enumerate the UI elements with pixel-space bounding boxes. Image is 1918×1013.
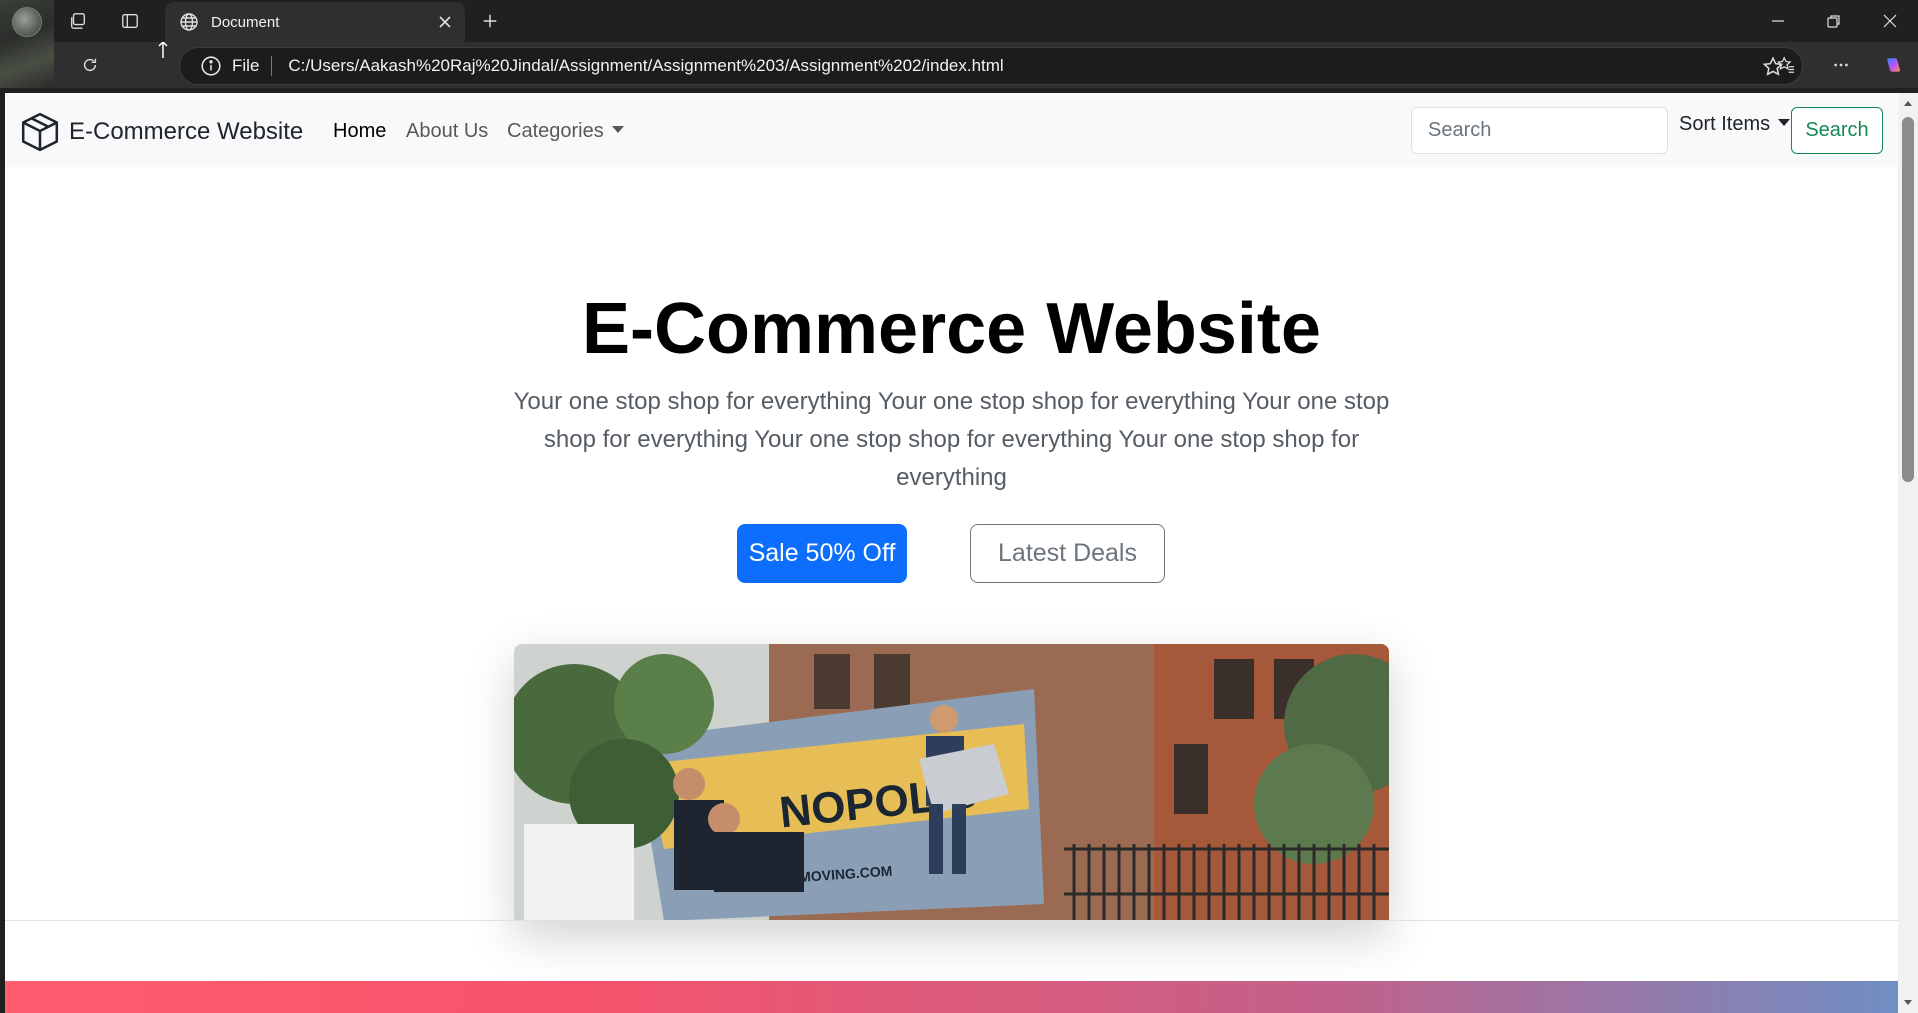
page-scrollbar[interactable] [1898,93,1918,1013]
sort-items-label: Sort Items [1679,113,1771,135]
refresh-icon[interactable] [74,49,106,81]
search-button[interactable]: Search [1791,107,1883,154]
scrollbar-thumb[interactable] [1902,117,1914,482]
chevron-down-icon [611,126,624,133]
sort-items-dropdown[interactable]: Sort Items [1679,113,1791,136]
search-input[interactable] [1411,107,1668,154]
mouse-cursor-icon [158,42,168,58]
address-bar-row: File C:/Users/Aakash%20Raj%20Jindal/Assi… [54,42,1918,88]
hero-image: NOPOLIS MOVING.COM [514,644,1389,921]
profile-avatar[interactable] [12,7,42,37]
tab-title: Document [211,13,280,31]
globe-icon [180,13,198,31]
latest-deals-button[interactable]: Latest Deals [970,524,1165,583]
address-separator [271,56,273,76]
minimize-icon[interactable] [1750,0,1806,42]
nav-link-categories[interactable]: Categories [507,120,624,143]
site-info-icon[interactable] [200,55,222,77]
browser-tab[interactable]: Document [165,2,465,42]
address-scheme: File [232,56,260,75]
chevron-down-icon [1778,119,1791,126]
brand-link[interactable]: E-Commerce Website [19,111,303,153]
restore-icon[interactable] [1806,0,1862,42]
copilot-icon[interactable] [1878,49,1910,81]
address-bar[interactable]: File C:/Users/Aakash%20Raj%20Jindal/Assi… [179,47,1803,85]
brand-name: E-Commerce Website [69,118,304,145]
favorites-icon[interactable] [1770,49,1802,81]
browser-tab-bar: Document [0,0,1918,88]
workspaces-icon[interactable] [62,5,94,37]
scroll-down-icon[interactable] [1903,997,1913,1007]
new-tab-icon[interactable] [474,5,506,37]
nav-link-home[interactable]: Home [333,120,386,143]
section-divider [5,920,1898,921]
categories-label: Categories [507,120,604,142]
nav-link-about-us[interactable]: About Us [406,120,488,143]
tab-actions-icon[interactable] [114,5,146,37]
scroll-up-icon[interactable] [1903,99,1913,109]
close-tab-icon[interactable] [435,12,455,32]
window-close-icon[interactable] [1862,0,1918,42]
hero-title: E-Commerce Website [582,289,1321,369]
hero-lead-text: Your one stop shop for everything Your o… [513,388,1390,491]
more-options-icon[interactable] [1825,49,1857,81]
gradient-banner [5,981,1898,1013]
page-viewport: E-Commerce Website Home About Us Categor… [5,93,1898,1013]
site-navbar: E-Commerce Website Home About Us Categor… [5,93,1898,167]
box-logo-icon [21,112,59,152]
sale-button[interactable]: Sale 50% Off [737,524,907,583]
address-url[interactable]: C:/Users/Aakash%20Raj%20Jindal/Assignmen… [288,56,1003,76]
